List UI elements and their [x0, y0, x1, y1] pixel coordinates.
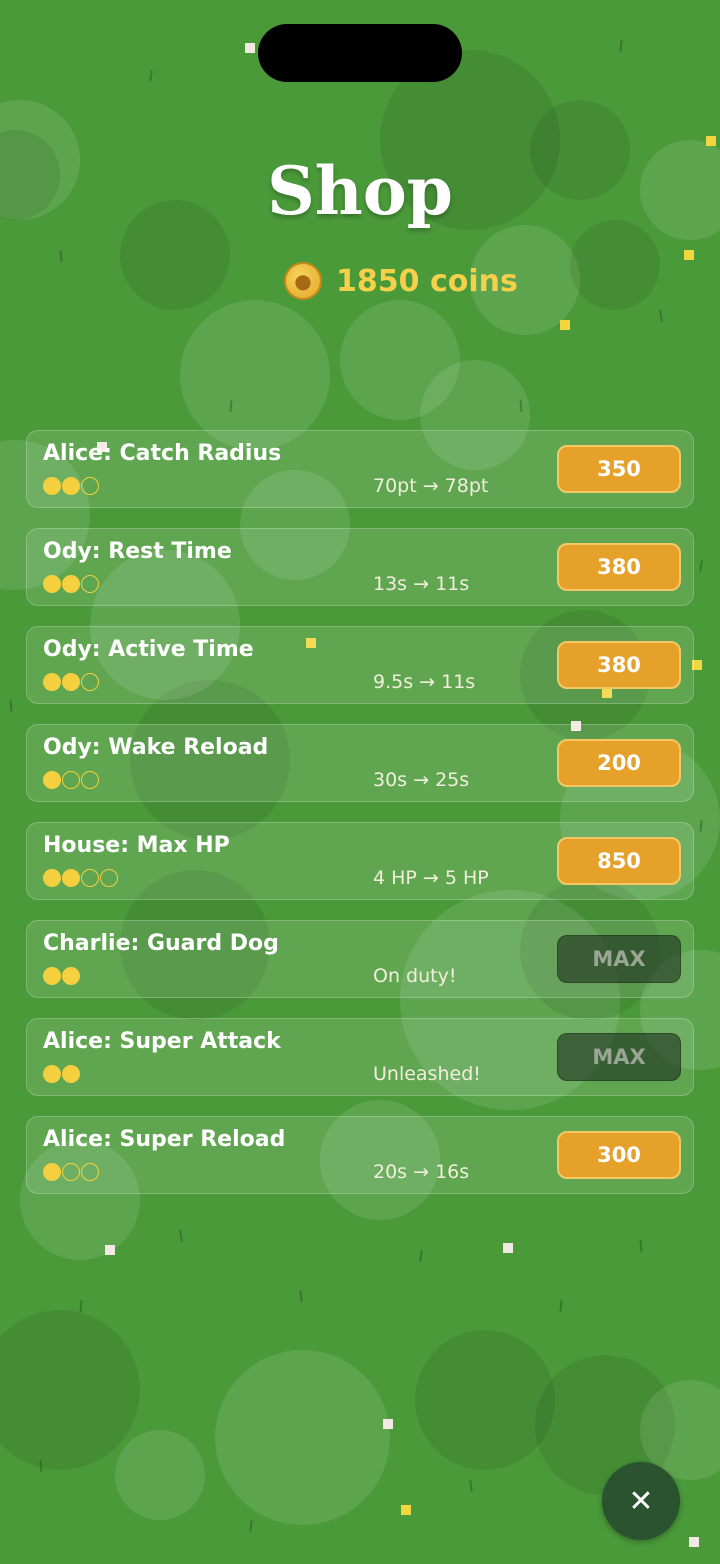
buy-button[interactable]: 350 [557, 445, 681, 493]
coin-balance: ● 1850 coins [284, 262, 518, 300]
level-dot-filled [62, 575, 80, 593]
upgrade-effect: 30s → 25s [373, 769, 470, 791]
upgrade-card: Alice: Catch Radius 70pt → 78pt 350 [26, 430, 694, 508]
level-dot-empty [81, 869, 99, 887]
level-dot-filled [62, 673, 80, 691]
upgrade-list: Alice: Catch Radius 70pt → 78pt 350 Ody: Re… [26, 430, 694, 1214]
level-dot-empty [100, 869, 118, 887]
level-dot-filled [62, 477, 80, 495]
paw-coin-icon: ● [284, 262, 322, 300]
upgrade-name: Ody: Rest Time [43, 539, 232, 564]
upgrade-name: Ody: Active Time [43, 637, 254, 662]
level-dot-filled [43, 1065, 61, 1083]
upgrade-card: House: Max HP 4 HP → 5 HP 850 [26, 822, 694, 900]
upgrade-card: Ody: Active Time 9.5s → 11s 380 [26, 626, 694, 704]
upgrade-name: Charlie: Guard Dog [43, 931, 279, 956]
upgrade-card: Alice: Super Reload 20s → 16s 300 [26, 1116, 694, 1194]
upgrade-level-indicator [43, 575, 99, 593]
level-dot-empty [62, 1163, 80, 1181]
upgrade-effect: Unleashed! [373, 1063, 481, 1085]
max-button[interactable]: MAX [557, 1033, 681, 1081]
buy-button[interactable]: 200 [557, 739, 681, 787]
upgrade-effect: 13s → 11s [373, 573, 470, 595]
level-dot-empty [81, 771, 99, 789]
upgrade-level-indicator [43, 673, 99, 691]
upgrade-effect: 20s → 16s [373, 1161, 470, 1183]
level-dot-filled [62, 1065, 80, 1083]
upgrade-card: Alice: Super Attack Unleashed! MAX [26, 1018, 694, 1096]
buy-button[interactable]: 850 [557, 837, 681, 885]
upgrade-level-indicator [43, 967, 80, 985]
upgrade-name: Alice: Catch Radius [43, 441, 282, 466]
buy-button[interactable]: 300 [557, 1131, 681, 1179]
close-icon: ✕ [628, 1483, 654, 1519]
page-title: Shop [267, 152, 453, 230]
level-dot-filled [43, 477, 61, 495]
level-dot-filled [43, 1163, 61, 1181]
upgrade-effect: 4 HP → 5 HP [373, 867, 489, 889]
upgrade-card: Ody: Rest Time 13s → 11s 380 [26, 528, 694, 606]
max-button[interactable]: MAX [557, 935, 681, 983]
upgrade-effect: On duty! [373, 965, 457, 987]
upgrade-name: Alice: Super Reload [43, 1127, 286, 1152]
coin-balance-label: 1850 coins [336, 263, 518, 299]
buy-button[interactable]: 380 [557, 641, 681, 689]
level-dot-filled [43, 967, 61, 985]
level-dot-filled [43, 869, 61, 887]
device-notch [258, 24, 462, 82]
upgrade-name: Alice: Super Attack [43, 1029, 281, 1054]
upgrade-level-indicator [43, 771, 99, 789]
close-button[interactable]: ✕ [602, 1462, 680, 1540]
level-dot-empty [81, 673, 99, 691]
level-dot-empty [62, 771, 80, 789]
level-dot-empty [81, 477, 99, 495]
upgrade-effect: 70pt → 78pt [373, 475, 489, 497]
upgrade-level-indicator [43, 1065, 80, 1083]
upgrade-level-indicator [43, 1163, 99, 1181]
level-dot-filled [62, 869, 80, 887]
buy-button[interactable]: 380 [557, 543, 681, 591]
level-dot-filled [43, 771, 61, 789]
level-dot-filled [43, 673, 61, 691]
level-dot-filled [62, 967, 80, 985]
level-dot-filled [43, 575, 61, 593]
upgrade-name: Ody: Wake Reload [43, 735, 269, 760]
upgrade-level-indicator [43, 869, 118, 887]
level-dot-empty [81, 1163, 99, 1181]
upgrade-card: Charlie: Guard Dog On duty! MAX [26, 920, 694, 998]
upgrade-card: Ody: Wake Reload 30s → 25s 200 [26, 724, 694, 802]
upgrade-effect: 9.5s → 11s [373, 671, 476, 693]
upgrade-level-indicator [43, 477, 99, 495]
upgrade-name: House: Max HP [43, 833, 230, 858]
level-dot-empty [81, 575, 99, 593]
